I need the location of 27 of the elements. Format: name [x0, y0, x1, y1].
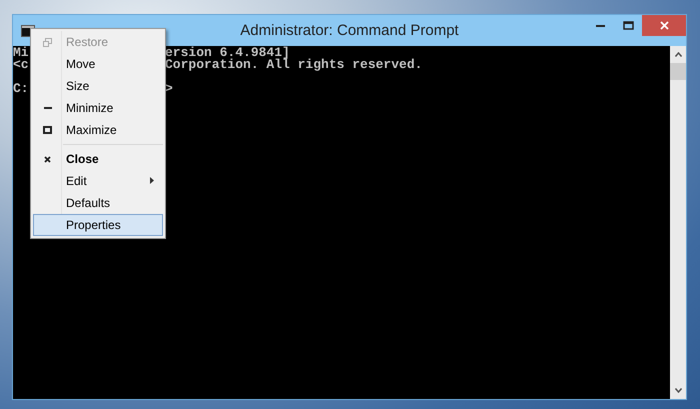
menu-item[interactable]: Move	[33, 53, 163, 75]
menu-item[interactable]: Maximize	[33, 119, 163, 141]
scroll-down-icon	[674, 388, 682, 393]
close-icon	[44, 156, 51, 162]
menu-item[interactable]: Edit	[33, 170, 163, 192]
menu-item[interactable]: Size	[33, 75, 163, 97]
submenu-arrow-icon	[150, 177, 154, 184]
maximize-icon	[43, 126, 52, 134]
console-text: Corporation. All rights reserved.	[165, 59, 422, 71]
console-text: <c	[13, 59, 30, 71]
console-text: Mi	[13, 47, 30, 59]
console-text: C:	[13, 83, 30, 95]
close-button[interactable]	[642, 15, 686, 36]
scroll-up-icon	[674, 52, 682, 57]
maximize-icon	[622, 21, 634, 30]
restore-icon	[43, 38, 52, 46]
menu-item[interactable]: Properties	[33, 214, 163, 236]
minimize-icon	[44, 107, 52, 109]
console-text: ersion 6.4.9841]	[165, 47, 290, 59]
window-title: Administrator: Command Prompt	[240, 22, 459, 39]
menu-item[interactable]: Defaults	[33, 192, 163, 214]
vertical-scrollbar[interactable]	[670, 46, 686, 399]
menu-item[interactable]: Close	[33, 148, 163, 170]
scrollbar-thumb[interactable]	[670, 63, 686, 80]
close-icon	[660, 21, 668, 30]
menu-item[interactable]: Minimize	[33, 97, 163, 119]
minimize-icon	[596, 24, 604, 26]
